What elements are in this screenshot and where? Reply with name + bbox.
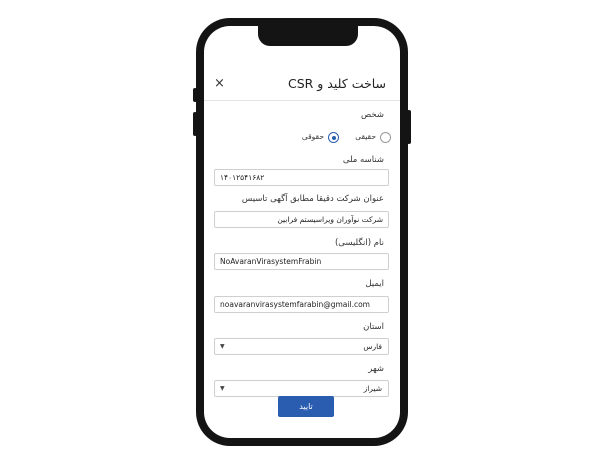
radio-legal-icon[interactable] <box>328 132 339 143</box>
phone-notch <box>258 26 358 46</box>
national-id-label: شناسه ملی <box>342 155 384 165</box>
power-button <box>407 110 411 144</box>
province-label: استان <box>363 322 384 332</box>
volume-up-button <box>193 88 197 102</box>
radio-natural-label: حقیقی <box>355 132 376 141</box>
english-name-input[interactable]: NoAvaranVirasystemFrabin <box>214 253 389 270</box>
radio-option-legal[interactable]: حقوقی <box>299 132 339 145</box>
volume-down-button <box>193 112 197 136</box>
radio-option-natural[interactable]: حقیقی <box>351 132 391 145</box>
national-id-input[interactable]: ۱۴۰۱۲۵۴۱۶۸۲ <box>214 169 389 186</box>
chevron-down-icon: ▼ <box>220 343 225 350</box>
person-label: شخص <box>360 110 384 120</box>
confirm-button[interactable]: تایید <box>278 396 334 417</box>
chevron-down-icon: ▼ <box>220 385 225 392</box>
english-name-label: نام (انگلیسی) <box>334 238 384 248</box>
email-label: ایمیل <box>365 279 384 289</box>
province-value: فارس <box>363 342 382 351</box>
dialog-header: ساخت کلید و CSR × <box>204 70 400 101</box>
company-title-input[interactable]: شرکت نوآوران ویراسیستم فرابین <box>214 211 389 228</box>
phone-frame: ساخت کلید و CSR × شخص حقیقی حقوقی شناسه … <box>196 18 408 446</box>
radio-legal-label: حقوقی <box>301 132 324 141</box>
province-select[interactable]: ▼ فارس <box>214 338 389 355</box>
email-input[interactable]: noavaranvirasystemfarabin@gmail.com <box>214 296 389 313</box>
close-icon[interactable]: × <box>214 76 225 91</box>
phone-screen: ساخت کلید و CSR × شخص حقیقی حقوقی شناسه … <box>204 26 400 438</box>
city-value: شیراز <box>363 384 382 393</box>
city-label: شهر <box>368 364 384 374</box>
city-select[interactable]: ▼ شیراز <box>214 380 389 397</box>
company-title-label: عنوان شرکت دقیقا مطابق آگهی تاسیس <box>241 194 384 204</box>
radio-natural-icon[interactable] <box>380 132 391 143</box>
dialog-title: ساخت کلید و CSR <box>287 76 386 91</box>
